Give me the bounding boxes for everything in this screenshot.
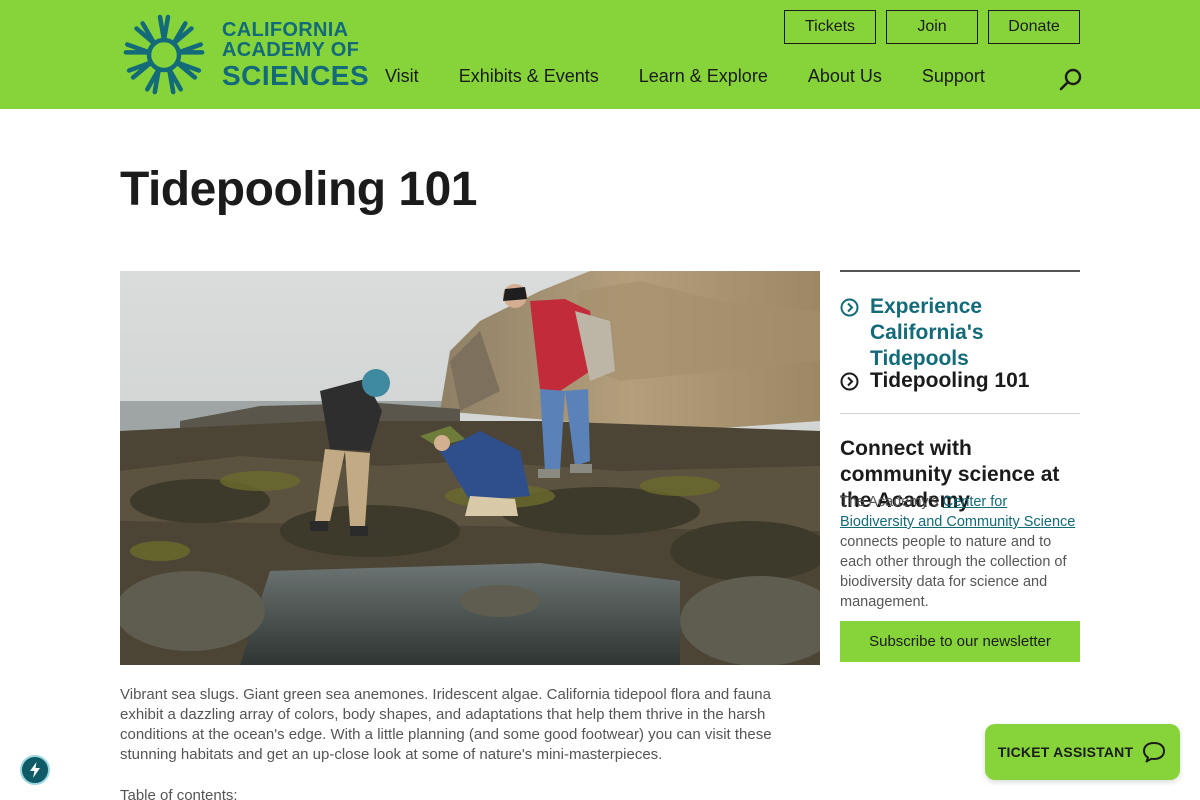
site-logo[interactable]: CALIFORNIA ACADEMY OF SCIENCES — [120, 10, 369, 100]
starburst-logo-icon — [123, 14, 205, 95]
donate-button[interactable]: Donate — [988, 10, 1080, 44]
lightning-bolt-button[interactable] — [20, 755, 50, 785]
search-icon[interactable] — [1058, 66, 1084, 92]
subscribe-newsletter-button[interactable]: Subscribe to our newsletter — [840, 621, 1080, 662]
site-header: CALIFORNIA ACADEMY OF SCIENCES Tickets J… — [0, 0, 1200, 109]
nav-item-about-us[interactable]: About Us — [808, 66, 882, 92]
page-title: Tidepooling 101 — [120, 163, 478, 216]
sidebar-link-label: Experience California's Tidepools — [870, 295, 984, 370]
main-nav: Visit Exhibits & Events Learn & Explore … — [385, 66, 1025, 92]
join-button[interactable]: Join — [886, 10, 978, 44]
sidebar-divider — [840, 413, 1080, 414]
ticket-assistant-label: TICKET ASSISTANT — [997, 744, 1134, 760]
sidebar-link-label: Tidepooling 101 — [870, 369, 1030, 392]
chevron-circle-right-icon — [840, 372, 859, 391]
intro-paragraph: Vibrant sea slugs. Giant green sea anemo… — [120, 686, 772, 763]
nav-item-visit[interactable]: Visit — [385, 66, 419, 92]
logo-line-3: SCIENCES — [222, 60, 370, 91]
promo-text-end: connects people to nature and to each ot… — [840, 534, 1067, 610]
logo-line-1: CALIFORNIA — [222, 19, 349, 41]
nav-item-exhibits-events[interactable]: Exhibits & Events — [459, 66, 599, 92]
chevron-circle-right-icon — [840, 298, 859, 317]
sidebar-link-tidepooling-101[interactable]: Tidepooling 101 — [840, 368, 1029, 394]
sidebar-divider-top — [840, 270, 1080, 272]
nav-item-support[interactable]: Support — [922, 66, 985, 92]
lightning-bolt-icon — [30, 762, 40, 778]
promo-text-start: The Academy's — [840, 494, 943, 510]
tickets-button[interactable]: Tickets — [784, 10, 876, 44]
hero-photo — [120, 271, 820, 665]
logo-line-2: ACADEMY OF — [222, 39, 360, 61]
chat-bubble-icon — [1143, 742, 1166, 763]
promo-text: The Academy's Center for Biodiversity an… — [840, 492, 1080, 612]
ticket-assistant-button[interactable]: TICKET ASSISTANT — [985, 724, 1180, 780]
tidepool-scene-illustration — [120, 271, 820, 665]
nav-item-learn-explore[interactable]: Learn & Explore — [639, 66, 768, 92]
sidebar-link-experience-tidepools[interactable]: Experience California's Tidepools — [840, 294, 1080, 372]
table-of-contents-label: Table of contents: — [120, 787, 238, 800]
logo-wordmark: CALIFORNIA ACADEMY OF SCIENCES — [222, 20, 369, 90]
